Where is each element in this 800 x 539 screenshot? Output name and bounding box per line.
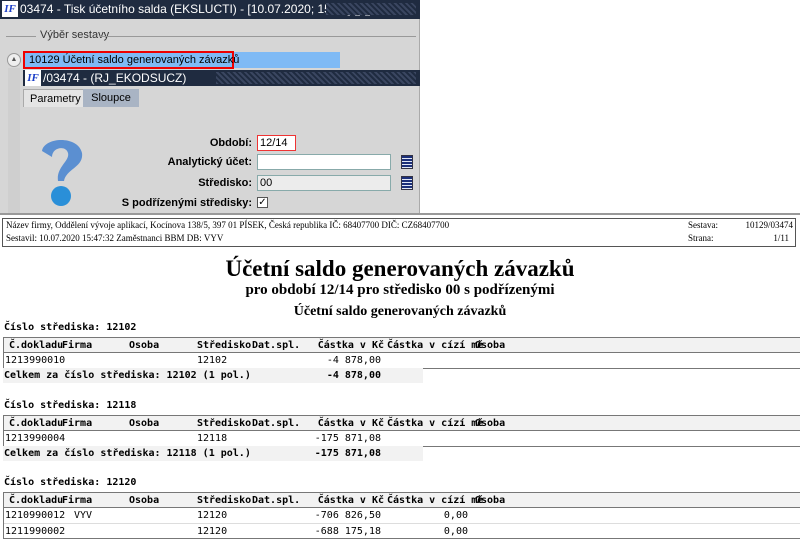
cell-castka: -4 878,00 — [326, 355, 381, 366]
stredisko-label: Středisko: — [198, 177, 252, 189]
app-window: IF 03474 - Tisk účetního salda (EKSLUCTI… — [0, 0, 420, 213]
table-row[interactable]: 1210990012 VYV 12120 -706 826,50 0,00 — [4, 508, 800, 523]
strana-value: 1/11 — [773, 233, 789, 243]
cell-doklad: 1210990012 — [5, 510, 66, 521]
analyticky-ucet-input[interactable] — [257, 154, 391, 170]
column-header: Č.dokladu — [9, 340, 64, 351]
report-header: Název firmy, Oddělení vývoje aplikací, K… — [2, 218, 796, 247]
titlebar-pattern — [216, 72, 416, 84]
column-header: Osoba — [475, 340, 506, 351]
column-header: Osoba — [129, 418, 160, 429]
selected-report-item[interactable]: 10129 Účetní saldo generovaných závazků — [23, 51, 239, 69]
report-title: Účetní saldo generovaných závazků — [225, 256, 575, 281]
cell-castka: -688 175,18 — [314, 526, 381, 537]
scrollbar[interactable] — [8, 68, 20, 213]
total-value: -4 878,00 — [326, 370, 381, 381]
column-header: Osoba — [129, 495, 160, 506]
list-picker-icon[interactable] — [401, 176, 413, 190]
column-header: Firma — [62, 418, 93, 429]
section-total: Celkem za číslo střediska: 12118 (1 pol.… — [3, 446, 423, 461]
report-preview: Název firmy, Oddělení vývoje aplikací, K… — [0, 213, 800, 539]
column-header: Dat.spl. — [252, 340, 301, 351]
scroll-up-button[interactable]: ▲ — [7, 53, 21, 67]
sestava-value: 10129/03474 — [745, 220, 793, 230]
tab-parametry[interactable]: Parametry — [23, 89, 88, 107]
obdobi-input[interactable]: 12/14 — [257, 135, 296, 151]
column-header: Středisko — [197, 340, 252, 351]
column-header: Částka v cízí mě — [387, 418, 484, 429]
strana-label: Strana: — [688, 233, 714, 243]
list-picker-icon[interactable] — [401, 155, 413, 169]
help-question-icon — [42, 140, 83, 206]
window-title: 03474 - Tisk účetního salda (EKSLUCTI) -… — [20, 2, 371, 16]
total-label: Celkem za číslo střediska: 12102 (1 pol.… — [4, 370, 251, 381]
table-header: Č.dokladu Firma Osoba Středisko Dat.spl. Část… — [4, 416, 800, 431]
column-header: Osoba — [475, 495, 506, 506]
table-row[interactable]: 1213990004 12118 -175 871,08 — [4, 431, 800, 446]
cell-stredisko: 12118 — [197, 433, 228, 444]
report-table: Č.dokladu Firma Osoba Středisko Dat.spl. Část… — [3, 492, 800, 539]
report-subtitle-2: Účetní saldo generovaných závazků — [293, 304, 507, 319]
podrizene-checkbox[interactable]: ✓ — [257, 197, 268, 208]
cell-castka: -175 871,08 — [314, 433, 381, 444]
report-subtitle: pro období 12/14 pro středisko 00 s podř… — [245, 282, 555, 298]
divider — [100, 36, 416, 37]
column-header: Firma — [62, 340, 93, 351]
company-info: Název firmy, Oddělení vývoje aplikací, K… — [6, 220, 450, 230]
stredisko-input[interactable]: 00 — [257, 175, 391, 191]
column-header: Osoba — [475, 418, 506, 429]
table-header: Č.dokladu Firma Osoba Středisko Dat.spl. Část… — [4, 338, 800, 353]
podrizene-label: S podřízenými středisky: — [121, 197, 252, 209]
cell-stredisko: 12120 — [197, 526, 228, 537]
cell-stredisko: 12102 — [197, 355, 228, 366]
column-header: Firma — [62, 495, 93, 506]
section-title: Číslo střediska: 12102 — [4, 322, 137, 333]
group-label: Výběr sestavy — [40, 29, 110, 41]
column-header: Středisko — [197, 495, 252, 506]
cell-doklad: 1213990004 — [5, 433, 66, 444]
cell-firma: VYV — [74, 510, 93, 521]
report-table: Č.dokladu Firma Osoba Středisko Dat.spl. Část… — [3, 415, 800, 447]
column-header: Č.dokladu — [9, 418, 64, 429]
app-logo-icon: IF — [25, 70, 41, 86]
table-header: Č.dokladu Firma Osoba Středisko Dat.spl. Část… — [4, 493, 800, 508]
obdobi-label: Období: — [209, 137, 252, 149]
total-value: -175 871,08 — [314, 448, 381, 459]
cell-cizi: 0,00 — [443, 526, 468, 537]
total-label: Celkem za číslo střediska: 12118 (1 pol.… — [4, 448, 251, 459]
cell-doklad: 1211990002 — [5, 526, 66, 537]
column-header: Částka v Kč — [317, 418, 384, 429]
cell-castka: -706 826,50 — [314, 510, 381, 521]
section-title: Číslo střediska: 12120 — [4, 477, 137, 488]
table-row[interactable]: 1211990002 12120 -688 175,18 0,00 — [4, 523, 800, 538]
subwindow-title-bar: IF /03474 - (RJ_EKODSUCZ) — [23, 70, 420, 86]
column-header: Částka v Kč — [317, 340, 384, 351]
section-total: Celkem za číslo střediska: 12102 (1 pol.… — [3, 368, 423, 383]
column-header: Č.dokladu — [9, 495, 64, 506]
tab-sloupce[interactable]: Sloupce — [83, 89, 139, 107]
column-header: Částka v cízí mě — [387, 495, 484, 506]
titlebar-pattern — [326, 3, 416, 15]
table-row[interactable]: 1213990010 12102 -4 878,00 — [4, 353, 800, 368]
title-bar: IF 03474 - Tisk účetního salda (EKSLUCTI… — [0, 0, 420, 19]
author-info: Sestavil: 10.07.2020 15:47:32 Zaměstnanc… — [6, 233, 224, 243]
cell-cizi: 0,00 — [443, 510, 468, 521]
column-header: Dat.spl. — [252, 495, 301, 506]
subwindow-title: /03474 - (RJ_EKODSUCZ) — [43, 71, 187, 85]
report-table: Č.dokladu Firma Osoba Středisko Dat.spl. Část… — [3, 337, 800, 369]
section-title: Číslo střediska: 12118 — [4, 400, 137, 411]
column-header: Středisko — [197, 418, 252, 429]
analyticky-ucet-label: Analytický účet: — [167, 156, 252, 168]
app-logo-icon: IF — [2, 1, 18, 17]
cell-stredisko: 12120 — [197, 510, 228, 521]
column-header: Částka v Kč — [317, 495, 384, 506]
divider — [6, 36, 36, 37]
column-header: Dat.spl. — [252, 418, 301, 429]
column-header: Osoba — [129, 340, 160, 351]
sestava-label: Sestava: — [688, 220, 718, 230]
cell-doklad: 1213990010 — [5, 355, 66, 366]
column-header: Částka v cízí mě — [387, 340, 484, 351]
